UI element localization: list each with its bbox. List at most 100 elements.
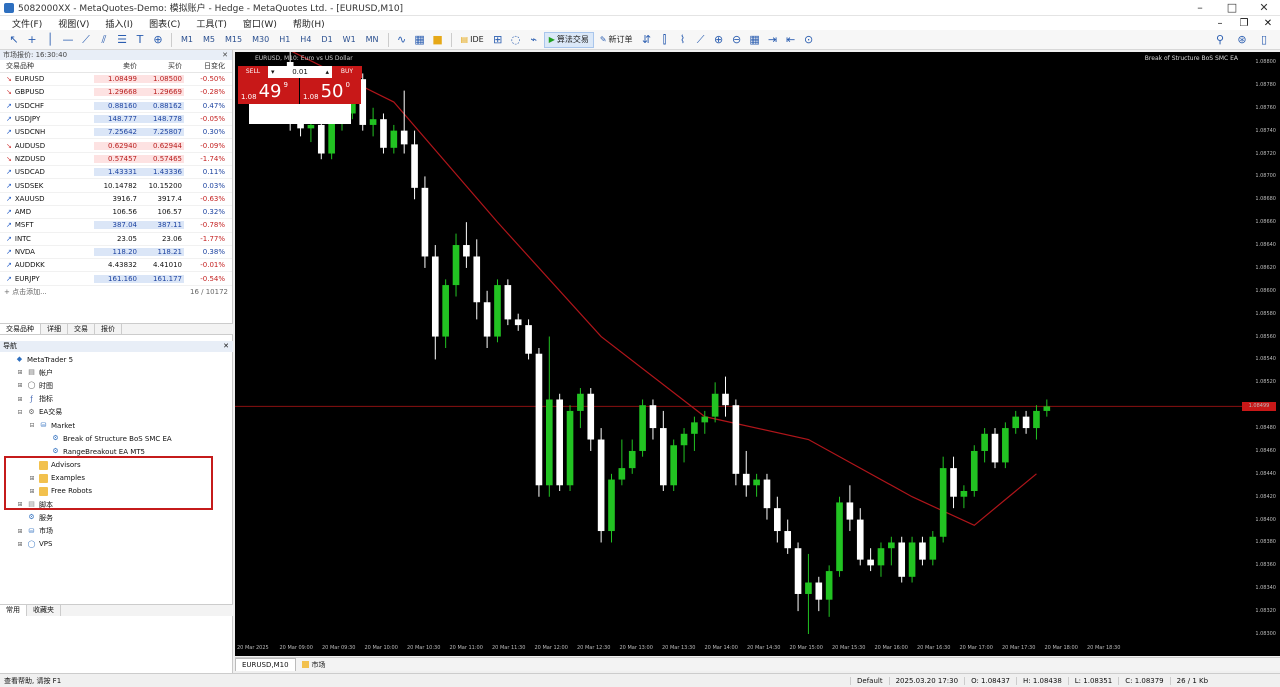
menu-charts[interactable]: 图表(C) (141, 17, 188, 30)
sell-button[interactable]: SELL (238, 66, 268, 78)
algo-trading-button[interactable]: ▶ 算法交易 (543, 31, 594, 48)
table-row[interactable]: ↗ USDSEK 10.14782 10.15200 0.03% (0, 179, 232, 193)
navigator-item[interactable]: ⚙ Break of Structure BoS SMC EA (0, 432, 233, 445)
timeframe-m1[interactable]: M1 (177, 32, 197, 48)
navigator-item[interactable]: ⊞ ƒ 指标 (0, 393, 233, 406)
search-icon[interactable]: ⚲ (1212, 32, 1228, 48)
tab-common[interactable]: 常用 (0, 605, 27, 616)
grid-icon[interactable]: ▦ (747, 32, 763, 48)
navigator-item[interactable]: ⊞ ◯ VPS (0, 538, 233, 551)
tab-trading[interactable]: 交易 (68, 324, 95, 334)
screenshot-icon[interactable]: ⊙ (801, 32, 817, 48)
autoscroll-icon[interactable]: ⇥ (765, 32, 781, 48)
bar-chart-icon[interactable]: ⫿ (657, 32, 673, 48)
navigator-item[interactable]: ⊟ ⚙ EA交易 (0, 406, 233, 419)
expand-toggle-icon[interactable]: ⊞ (16, 369, 24, 376)
lot-increase-icon[interactable]: ▴ (325, 66, 329, 78)
column-change[interactable]: 日变化 (184, 61, 229, 71)
new-order-button[interactable]: ✎ 新订单 (596, 32, 637, 48)
signals-icon[interactable]: ⌁ (526, 32, 542, 48)
ide-button[interactable]: ▤ IDE (457, 32, 488, 48)
timeframe-d1[interactable]: D1 (317, 32, 336, 48)
profile-icon[interactable]: ■ (430, 32, 446, 48)
column-ask[interactable]: 买价 (139, 61, 184, 71)
editor-icon[interactable]: ⊞ (490, 32, 506, 48)
timeframe-h1[interactable]: H1 (275, 32, 294, 48)
close-icon[interactable]: ✕ (1248, 1, 1280, 14)
table-row[interactable]: ↗ XAUUSD 3916.7 3917.4 -0.63% (0, 193, 232, 206)
table-row[interactable]: ↗ AMD 106.56 106.57 0.32% (0, 206, 232, 220)
minimize-icon[interactable]: – (1184, 1, 1216, 14)
navigator-item[interactable]: ⊞ ⛁ 市场 (0, 524, 233, 537)
close-icon[interactable]: ✕ (223, 341, 233, 352)
close-icon[interactable]: ✕ (1256, 18, 1280, 29)
shapes-icon[interactable]: ⊕ (150, 32, 166, 48)
horizontal-line-icon[interactable]: — (60, 32, 76, 48)
tab-details[interactable]: 详细 (41, 324, 68, 334)
buy-price-button[interactable]: 1.08 50 0 (300, 78, 361, 104)
timeframe-m30[interactable]: M30 (248, 32, 273, 48)
table-row[interactable]: ↗ USDJPY 148.777 148.778 -0.05% (0, 113, 232, 127)
chart-window[interactable]: EURUSD, M10: Euro vs US Dollar Break of … (235, 52, 1280, 656)
close-icon[interactable]: ✕ (222, 50, 232, 60)
timeframe-h4[interactable]: H4 (296, 32, 315, 48)
column-symbol[interactable]: 交易品种 (0, 61, 94, 71)
navigator-item[interactable]: ⊞ ▤ 帐户 (0, 366, 233, 379)
channel-icon[interactable]: ⫽ (96, 32, 112, 48)
expand-toggle-icon[interactable]: ⊟ (28, 422, 36, 429)
lot-size-field[interactable]: ▾ 0.01 ▴ (268, 66, 332, 78)
table-row[interactable]: ↗ EURJPY 161.160 161.177 -0.54% (0, 272, 232, 286)
expand-toggle-icon[interactable]: ⊞ (16, 396, 24, 403)
vertical-line-icon[interactable]: │ (42, 32, 58, 48)
table-row[interactable]: ↘ NZDUSD 0.57457 0.57465 -1.74% (0, 153, 232, 167)
table-row[interactable]: ↘ AUDUSD 0.62940 0.62944 -0.09% (0, 139, 232, 153)
tab-favorites[interactable]: 收藏夹 (27, 605, 61, 616)
tab-chart-eurusd[interactable]: EURUSD,M10 (235, 658, 296, 671)
indicator-icon[interactable]: ∿ (394, 32, 410, 48)
navigator-item[interactable]: ◆ MetaTrader 5 (0, 353, 233, 366)
table-row[interactable]: ↗ MSFT 387.04 387.11 -0.78% (0, 219, 232, 233)
expand-toggle-icon[interactable]: ⊞ (16, 528, 24, 535)
language-icon[interactable]: ▯ (1256, 32, 1272, 48)
trendline-icon[interactable]: ⟋ (78, 32, 94, 48)
zoom-in-icon[interactable]: ⊕ (711, 32, 727, 48)
menu-insert[interactable]: 插入(I) (97, 17, 141, 30)
table-row[interactable]: ↗ INTC 23.05 23.06 -1.77% (0, 233, 232, 246)
expand-toggle-icon[interactable]: ⊞ (16, 382, 24, 389)
candles-icon[interactable]: ⌇ (675, 32, 691, 48)
tab-ticks[interactable]: 报价 (95, 324, 122, 334)
navigator-item[interactable]: ⚙ 服务 (0, 511, 233, 524)
buy-button[interactable]: BUY (332, 66, 362, 78)
chart-shift-icon[interactable]: ⇤ (783, 32, 799, 48)
column-bid[interactable]: 卖价 (94, 61, 139, 71)
navigator-item[interactable]: ⊞ ◯ 时图 (0, 379, 233, 392)
menu-help[interactable]: 帮助(H) (285, 17, 333, 30)
text-icon[interactable]: T (132, 32, 148, 48)
table-row[interactable]: ↗ USDCAD 1.43331 1.43336 0.11% (0, 166, 232, 180)
sell-price-button[interactable]: 1.08 49 9 (238, 78, 299, 104)
price-axis[interactable]: 1.08800 1.08780 1.08760 1.08740 1.08720 1.087… (1242, 52, 1280, 644)
menu-file[interactable]: 文件(F) (4, 17, 50, 30)
depth-icon[interactable]: ⇵ (639, 32, 655, 48)
timeframe-m15[interactable]: M15 (221, 32, 246, 48)
table-row[interactable]: ↗ USDCNH 7.25642 7.25807 0.30% (0, 126, 232, 140)
menu-tools[interactable]: 工具(T) (188, 17, 235, 30)
table-row[interactable]: ↘ GBPUSD 1.29668 1.29669 -0.28% (0, 86, 232, 100)
time-axis[interactable]: 20 Mar 2025 20 Mar 09:00 20 Mar 09:30 20 Ma… (235, 644, 1242, 656)
table-row[interactable]: ↗ USDCHF 0.88160 0.88162 0.47% (0, 100, 232, 113)
menu-view[interactable]: 视图(V) (50, 17, 97, 30)
tab-symbols[interactable]: 交易品种 (0, 324, 41, 334)
tab-market[interactable]: 市场 (296, 660, 332, 670)
line-chart-icon[interactable]: ⟋ (693, 32, 709, 48)
minimize-icon[interactable]: – (1208, 18, 1232, 29)
restore-icon[interactable]: ❐ (1232, 18, 1256, 29)
lot-decrease-icon[interactable]: ▾ (271, 66, 275, 78)
expand-toggle-icon[interactable]: ⊟ (16, 409, 24, 416)
timeframe-mn[interactable]: MN (362, 32, 383, 48)
table-row[interactable]: ↗ AUDDKK 4.43832 4.41010 -0.01% (0, 259, 232, 273)
navigator-item[interactable]: ⊟ ⛁ Market (0, 419, 233, 432)
table-row[interactable]: ↗ NVDA 118.20 118.21 0.38% (0, 246, 232, 260)
fibonacci-icon[interactable]: ☰ (114, 32, 130, 48)
table-row[interactable]: ↘ EURUSD 1.08499 1.08500 -0.50% (0, 73, 232, 87)
timeframe-w1[interactable]: W1 (339, 32, 360, 48)
